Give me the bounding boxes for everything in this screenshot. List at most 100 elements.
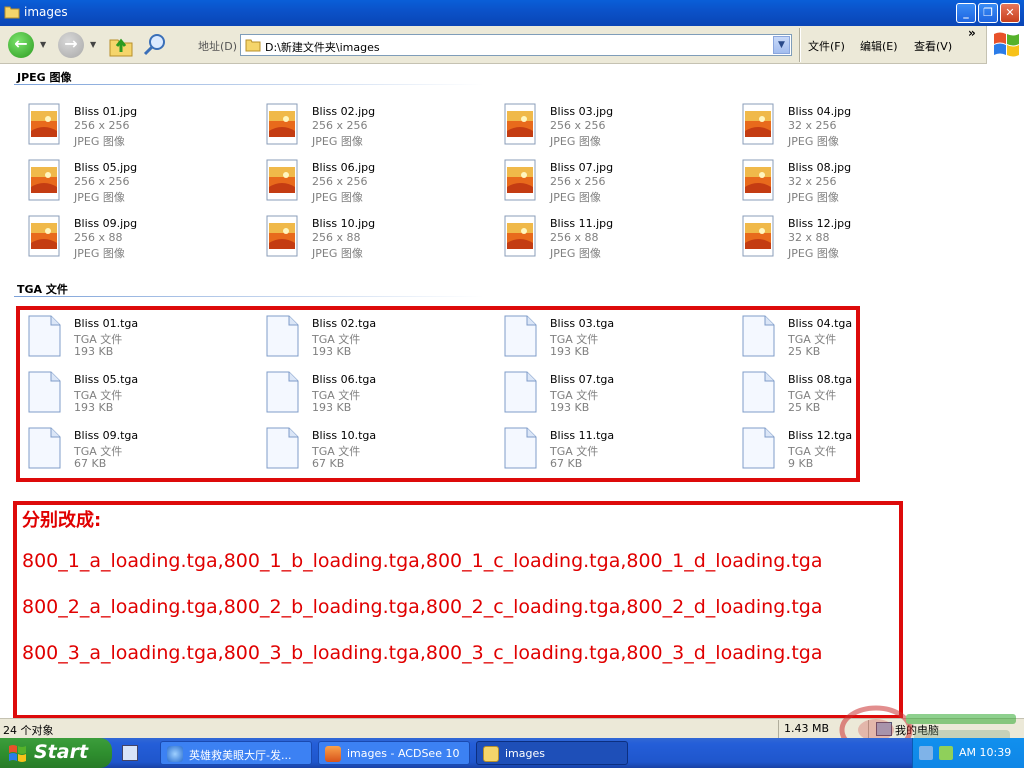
file-detail: 32 x 256 xyxy=(788,175,837,188)
forward-arrow-icon: → xyxy=(64,34,78,53)
file-item[interactable]: Bliss 05.jpg 256 x 256 JPEG 图像 xyxy=(20,157,258,213)
file-detail: JPEG 图像 xyxy=(312,191,363,204)
taskbar-item-images[interactable]: images xyxy=(476,741,628,765)
security-shield-icon[interactable] xyxy=(939,746,953,760)
minimize-button[interactable]: _ xyxy=(956,3,976,23)
chevron-more-icon[interactable]: » xyxy=(968,26,976,40)
file-detail: JPEG 图像 xyxy=(550,191,601,204)
file-detail: 32 x 88 xyxy=(788,231,830,244)
jpeg-file-icon xyxy=(266,159,298,201)
file-detail: 256 x 256 xyxy=(74,175,130,188)
file-detail: JPEG 图像 xyxy=(74,191,125,204)
taskbar-item-browser[interactable]: 英雄救美眼大厅-发... xyxy=(160,741,312,765)
jpeg-file-icon xyxy=(742,215,774,257)
annotation-line-3: 800_3_a_loading.tga,800_3_b_loading.tga,… xyxy=(22,642,823,664)
file-detail: 256 x 256 xyxy=(550,175,606,188)
file-detail: JPEG 图像 xyxy=(788,247,839,260)
file-detail: JPEG 图像 xyxy=(550,247,601,260)
annotation-line-1: 800_1_a_loading.tga,800_1_b_loading.tga,… xyxy=(22,550,823,572)
close-button[interactable]: ✕ xyxy=(1000,3,1020,23)
file-detail: 256 x 88 xyxy=(74,231,123,244)
clock: AM 10:39 xyxy=(959,746,1012,759)
file-detail: JPEG 图像 xyxy=(788,191,839,204)
file-list-view[interactable]: JPEG 图像 Bliss 01.jpg 256 x 256 JPEG 图像 Blis… xyxy=(0,64,1024,719)
taskbar: Start 英雄救美眼大厅-发... images - ACDSee 10 im… xyxy=(0,738,1024,768)
file-detail: JPEG 图像 xyxy=(788,135,839,148)
menu-view[interactable]: 查看(V) xyxy=(914,38,952,54)
file-item[interactable]: Bliss 12.jpg 32 x 88 JPEG 图像 xyxy=(734,213,972,269)
group-header-tga: TGA 文件 xyxy=(17,283,68,296)
jpeg-file-icon xyxy=(28,215,60,257)
file-name: Bliss 06.jpg xyxy=(312,161,376,174)
file-name: Bliss 01.jpg xyxy=(74,105,138,118)
file-detail: JPEG 图像 xyxy=(74,135,125,148)
file-name: Bliss 10.jpg xyxy=(312,217,376,230)
jpeg-file-icon xyxy=(742,103,774,145)
show-desktop-icon[interactable] xyxy=(122,745,138,761)
title-bar[interactable]: images _ ❐ ✕ xyxy=(0,0,1024,26)
file-item[interactable]: Bliss 11.jpg 256 x 88 JPEG 图像 xyxy=(496,213,734,269)
jpeg-file-icon xyxy=(28,159,60,201)
address-bar[interactable]: D:\新建文件夹\images ▼ xyxy=(240,34,792,56)
file-name: Bliss 08.jpg xyxy=(788,161,852,174)
jpeg-file-icon xyxy=(504,103,536,145)
file-item[interactable]: Bliss 04.jpg 32 x 256 JPEG 图像 xyxy=(734,101,972,157)
network-icon[interactable] xyxy=(919,746,933,760)
start-label: Start xyxy=(34,741,89,763)
file-detail: 256 x 256 xyxy=(74,119,130,132)
chevron-down-icon[interactable]: ▼ xyxy=(773,36,790,54)
file-name: Bliss 02.jpg xyxy=(312,105,376,118)
file-name: Bliss 12.jpg xyxy=(788,217,852,230)
menu-file[interactable]: 文件(F) xyxy=(808,38,845,54)
file-detail: 256 x 256 xyxy=(312,175,368,188)
forward-button[interactable]: → xyxy=(58,32,84,58)
file-item[interactable]: Bliss 08.jpg 32 x 256 JPEG 图像 xyxy=(734,157,972,213)
annotation-title: 分别改成: xyxy=(22,510,102,531)
back-dropdown-icon[interactable]: ▼ xyxy=(40,40,46,49)
file-item[interactable]: Bliss 07.jpg 256 x 256 JPEG 图像 xyxy=(496,157,734,213)
back-button[interactable]: ← xyxy=(8,32,34,58)
start-button[interactable]: Start xyxy=(0,738,112,768)
toolbar-separator xyxy=(799,28,801,62)
address-input[interactable]: D:\新建文件夹\images xyxy=(265,39,380,55)
file-detail: 256 x 88 xyxy=(312,231,361,244)
window-title: images xyxy=(24,5,68,19)
forward-dropdown-icon[interactable]: ▼ xyxy=(90,40,96,49)
acdsee-icon xyxy=(325,746,341,762)
file-name: Bliss 07.jpg xyxy=(550,161,614,174)
file-detail: JPEG 图像 xyxy=(312,135,363,148)
jpeg-file-icon xyxy=(742,159,774,201)
file-name: Bliss 03.jpg xyxy=(550,105,614,118)
group-header-jpeg: JPEG 图像 xyxy=(17,71,72,84)
search-icon[interactable] xyxy=(142,32,168,58)
jpeg-file-icon xyxy=(504,215,536,257)
status-size: 1.43 MB xyxy=(784,722,830,735)
maximize-button[interactable]: ❐ xyxy=(978,3,998,23)
file-detail: 256 x 256 xyxy=(550,119,606,132)
back-arrow-icon: ← xyxy=(14,34,28,53)
file-detail: 256 x 88 xyxy=(550,231,599,244)
file-detail: JPEG 图像 xyxy=(74,247,125,260)
file-item[interactable]: Bliss 01.jpg 256 x 256 JPEG 图像 xyxy=(20,101,258,157)
file-name: Bliss 11.jpg xyxy=(550,217,614,230)
ie-icon xyxy=(167,746,183,762)
jpeg-file-icon xyxy=(28,103,60,145)
taskbar-item-label: images xyxy=(505,747,545,760)
taskbar-item-acdsee[interactable]: images - ACDSee 10 xyxy=(318,741,470,765)
file-name: Bliss 09.jpg xyxy=(74,217,138,230)
file-detail: 32 x 256 xyxy=(788,119,837,132)
file-detail: JPEG 图像 xyxy=(550,135,601,148)
file-item[interactable]: Bliss 09.jpg 256 x 88 JPEG 图像 xyxy=(20,213,258,269)
folder-up-icon[interactable] xyxy=(108,32,134,58)
group-divider xyxy=(14,296,484,297)
windows-flag-icon xyxy=(9,745,26,762)
menu-edit[interactable]: 编辑(E) xyxy=(860,38,898,54)
file-item[interactable]: Bliss 03.jpg 256 x 256 JPEG 图像 xyxy=(496,101,734,157)
jpeg-file-icon xyxy=(266,103,298,145)
file-item[interactable]: Bliss 10.jpg 256 x 88 JPEG 图像 xyxy=(258,213,496,269)
jpeg-file-icon xyxy=(266,215,298,257)
system-tray: AM 10:39 xyxy=(912,738,1024,768)
file-item[interactable]: Bliss 02.jpg 256 x 256 JPEG 图像 xyxy=(258,101,496,157)
windows-logo-icon xyxy=(986,26,1024,64)
file-item[interactable]: Bliss 06.jpg 256 x 256 JPEG 图像 xyxy=(258,157,496,213)
